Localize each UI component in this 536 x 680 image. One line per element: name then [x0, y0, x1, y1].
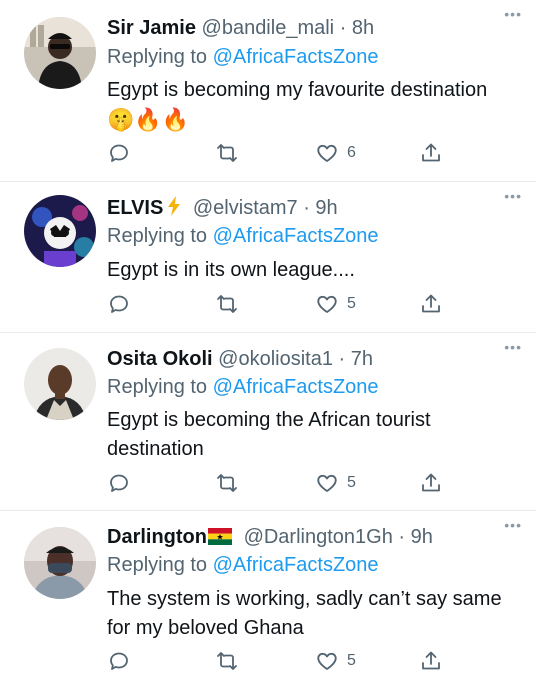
ghana-flag-icon	[208, 528, 232, 545]
share-icon	[422, 473, 440, 492]
avatar[interactable]	[24, 17, 96, 89]
like-count: 6	[347, 144, 356, 161]
share-icon	[422, 651, 440, 670]
share-button[interactable]	[419, 291, 443, 317]
tweet-text: Egypt is in its own league....	[107, 259, 355, 281]
retweet-icon	[217, 144, 237, 162]
tweet-text: The system is working, sadly can’t say s…	[107, 588, 502, 639]
retweet-icon	[217, 474, 237, 492]
share-button[interactable]	[419, 140, 443, 166]
timestamp[interactable]: · 9h	[303, 197, 337, 219]
heart-icon	[317, 652, 337, 670]
comment-icon	[110, 144, 128, 162]
author-name[interactable]: Osita Okoli	[107, 348, 213, 370]
comment-icon	[110, 652, 128, 670]
avatar[interactable]	[24, 527, 96, 599]
retweet-button[interactable]	[215, 140, 239, 166]
lightning-icon	[168, 196, 181, 216]
avatar[interactable]	[24, 195, 96, 267]
like-count: 5	[347, 295, 356, 312]
tweet-emojis: 🤫🔥🔥	[107, 107, 190, 132]
like-count: 5	[347, 652, 356, 669]
heart-icon	[317, 295, 337, 313]
mention-link[interactable]: @AfricaFactsZone	[213, 554, 379, 576]
like-button[interactable]: 5	[315, 648, 356, 674]
author-handle[interactable]: @bandile_mali	[202, 17, 335, 39]
retweet-icon	[217, 295, 237, 313]
like-button[interactable]: 5	[315, 291, 356, 317]
author-name[interactable]: Darlington	[107, 526, 207, 548]
heart-icon	[317, 144, 337, 162]
more-options-icon[interactable]: •••	[504, 339, 522, 355]
comment-icon	[110, 474, 128, 492]
like-button[interactable]: 5	[315, 470, 356, 496]
timestamp[interactable]: · 7h	[339, 348, 373, 370]
tweet-text: Egypt is becoming my favourite destinati…	[107, 79, 488, 101]
tweet-text: Egypt is becoming the African tourist de…	[107, 409, 431, 460]
share-button[interactable]	[419, 470, 443, 496]
tweet-card[interactable]: Osita Okoli @okoliosita1 · 7h Replying t…	[0, 333, 536, 511]
author-name[interactable]: Sir Jamie	[107, 17, 196, 39]
share-icon	[422, 294, 440, 313]
reply-button[interactable]	[107, 140, 131, 166]
reply-button[interactable]	[107, 648, 131, 674]
heart-icon	[317, 474, 337, 492]
avatar[interactable]	[24, 348, 96, 420]
replying-to-label: Replying to	[107, 376, 213, 398]
reply-button[interactable]	[107, 291, 131, 317]
author-name[interactable]: ELVIS	[107, 197, 163, 219]
more-options-icon[interactable]: •••	[504, 188, 522, 204]
mention-link[interactable]: @AfricaFactsZone	[213, 225, 379, 247]
reply-button[interactable]	[107, 470, 131, 496]
share-button[interactable]	[419, 648, 443, 674]
like-count: 5	[347, 474, 356, 491]
more-options-icon[interactable]: •••	[504, 517, 522, 533]
retweet-button[interactable]	[215, 291, 239, 317]
comment-icon	[110, 295, 128, 313]
tweet-card[interactable]: Sir Jamie @bandile_mali · 8h Replying to…	[0, 0, 536, 182]
mention-link[interactable]: @AfricaFactsZone	[213, 376, 379, 398]
reply-feed: Sir Jamie @bandile_mali · 8h Replying to…	[0, 0, 536, 680]
timestamp[interactable]: · 9h	[398, 526, 432, 548]
replying-to-label: Replying to	[107, 46, 213, 68]
retweet-button[interactable]	[215, 470, 239, 496]
mention-link[interactable]: @AfricaFactsZone	[213, 46, 379, 68]
replying-to-label: Replying to	[107, 225, 213, 247]
tweet-card[interactable]: Darlington @Darlington1Gh · 9h Replying …	[0, 511, 536, 680]
replying-to-label: Replying to	[107, 554, 213, 576]
tweet-card[interactable]: ELVIS @elvistam7 · 9h Replying to @Afric…	[0, 182, 536, 333]
author-handle[interactable]: @elvistam7	[193, 197, 298, 219]
more-options-icon[interactable]: •••	[504, 6, 522, 22]
share-icon	[422, 143, 440, 162]
retweet-button[interactable]	[215, 648, 239, 674]
author-handle[interactable]: @okoliosita1	[218, 348, 333, 370]
retweet-icon	[217, 652, 237, 670]
author-handle[interactable]: @Darlington1Gh	[244, 526, 393, 548]
timestamp[interactable]: · 8h	[340, 17, 374, 39]
like-button[interactable]: 6	[315, 140, 356, 166]
